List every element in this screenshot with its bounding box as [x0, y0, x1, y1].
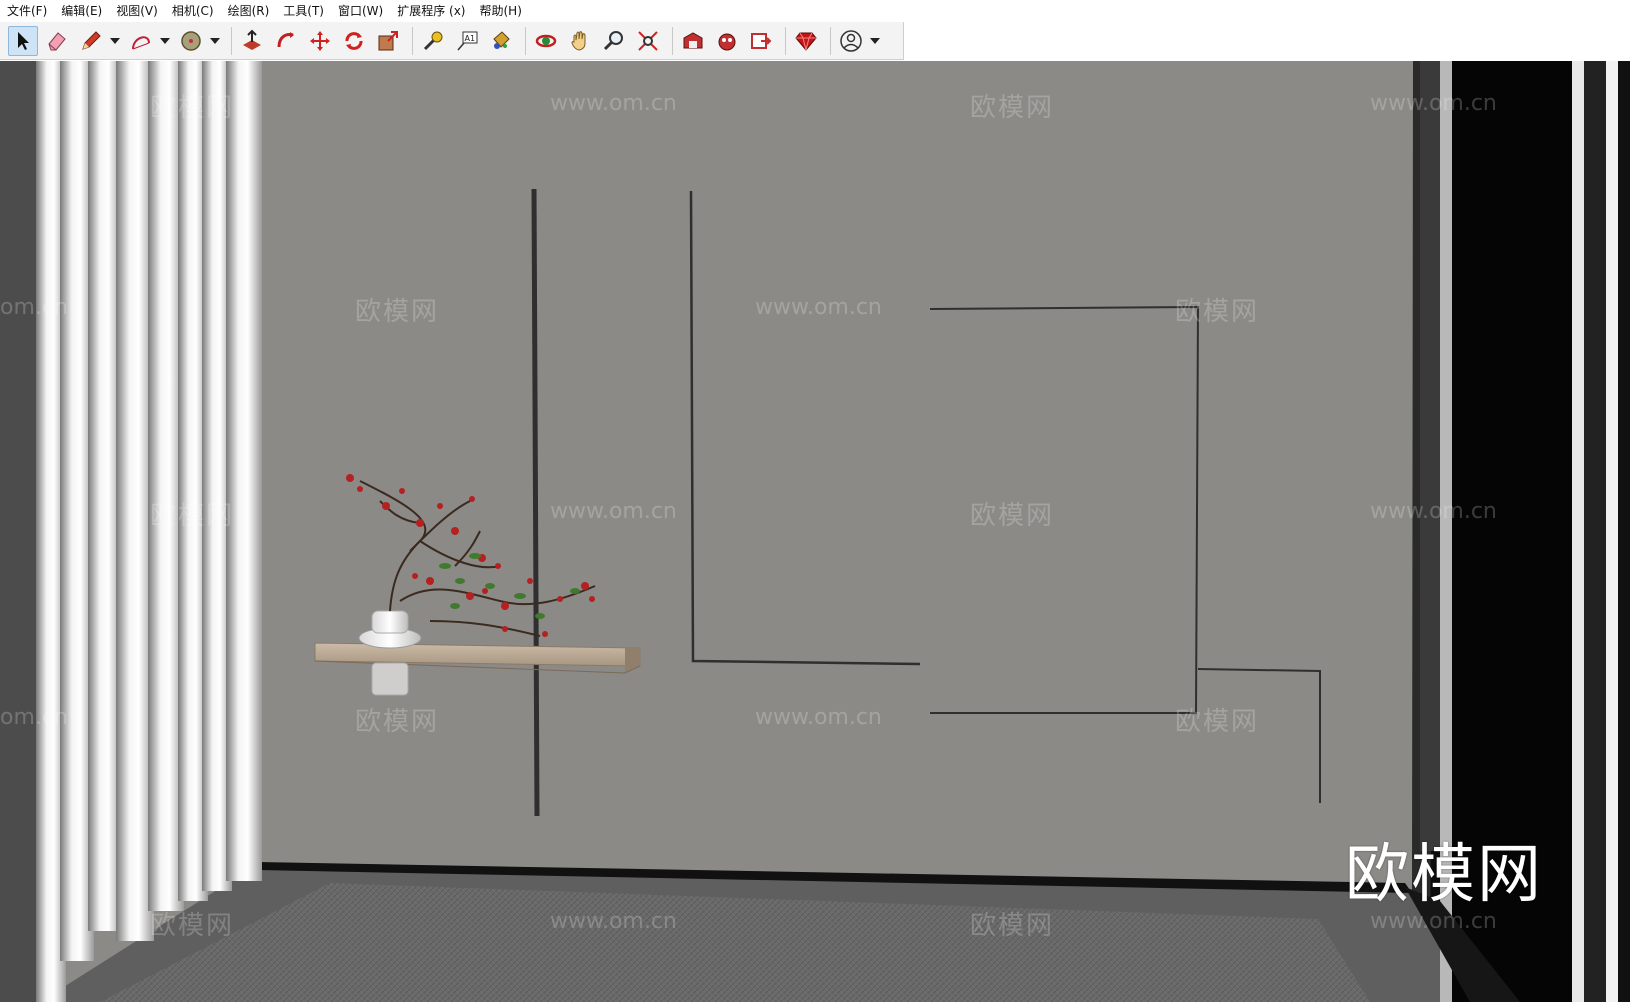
- zoom-tool-button[interactable]: [599, 26, 629, 56]
- arc-tool-button[interactable]: [126, 26, 156, 56]
- watermark-text: www.om.cn: [550, 91, 677, 116]
- watermark-text: 欧模网: [970, 501, 1055, 531]
- big-watermark-logo: 欧模网: [1345, 838, 1543, 912]
- watermark-text: 欧模网: [970, 93, 1055, 123]
- toolbar-separator: [830, 26, 831, 55]
- eraser-icon: [48, 31, 66, 50]
- shape-dropdown-caret[interactable]: [210, 26, 220, 56]
- menu-camera[interactable]: 相机(C): [165, 0, 221, 22]
- chevron-down-icon: [210, 37, 220, 44]
- cursor-arrow-icon: [18, 31, 29, 50]
- account-dropdown-caret[interactable]: [870, 26, 880, 56]
- push-pull-icon: [243, 29, 261, 50]
- watermark-text: 欧模网: [355, 707, 440, 737]
- menu-edit[interactable]: 编辑(E): [54, 0, 109, 22]
- orbit-tool-button[interactable]: [531, 26, 561, 56]
- ruby-gem-icon: [795, 32, 817, 51]
- toolbar-empty-area: [904, 22, 1642, 60]
- scale-tool-button[interactable]: [373, 26, 403, 56]
- text-tool-button[interactable]: A1: [452, 26, 482, 56]
- menu-bar: 文件(F) 编辑(E) 视图(V) 相机(C) 绘图(R) 工具(T) 窗口(W…: [0, 0, 1642, 22]
- watermark-text: 欧模网: [150, 501, 235, 531]
- zoom-extents-icon: [638, 30, 658, 51]
- pan-hand-icon: [571, 30, 586, 51]
- extension-warehouse-icon: [718, 33, 736, 50]
- menu-view[interactable]: 视图(V): [109, 0, 165, 22]
- watermark-text: www.om.cn: [550, 909, 677, 934]
- pencil-icon: [82, 30, 101, 50]
- watermark-text: 欧模网: [1175, 297, 1260, 327]
- tape-measure-icon: [423, 31, 443, 50]
- extension-warehouse-button[interactable]: [712, 26, 742, 56]
- text-label-icon: A1: [457, 31, 478, 50]
- send-to-layout-button[interactable]: [746, 26, 776, 56]
- text-tool-glyph: A1: [465, 34, 476, 43]
- watermark-text: www.om.cn: [550, 499, 677, 524]
- menu-tools[interactable]: 工具(T): [276, 0, 331, 22]
- zoom-extents-tool-button[interactable]: [633, 26, 663, 56]
- select-tool-button[interactable]: [8, 25, 38, 56]
- paint-bucket-tool-button[interactable]: [486, 26, 516, 56]
- eraser-tool-button[interactable]: [42, 26, 72, 56]
- account-button[interactable]: [836, 26, 866, 56]
- warehouse-icon: [683, 31, 703, 48]
- menu-draw[interactable]: 绘图(R): [221, 0, 277, 22]
- arc-icon: [132, 35, 150, 49]
- arc-dropdown-caret[interactable]: [160, 26, 170, 56]
- chevron-down-icon: [160, 37, 170, 44]
- pencil-dropdown-caret[interactable]: [110, 26, 120, 56]
- toolbar: A1: [0, 22, 904, 60]
- toolbar-separator: [785, 26, 786, 55]
- watermark-text: 欧模网: [1175, 707, 1260, 737]
- watermark-text: 欧模网: [355, 297, 440, 327]
- watermark-text: om.cn: [0, 295, 68, 320]
- watermark-text: 欧模网: [970, 911, 1055, 941]
- pencil-tool-button[interactable]: [76, 26, 106, 56]
- toolbar-separator: [672, 26, 673, 55]
- ruby-console-button[interactable]: [791, 26, 821, 56]
- scale-icon: [378, 30, 398, 50]
- 3d-viewport[interactable]: 欧模网 www.om.cn 欧模网 www.om.cn om.cn 欧模网 ww…: [0, 61, 1642, 1002]
- follow-me-icon: [277, 31, 294, 47]
- orbit-icon: [535, 34, 557, 47]
- tape-measure-tool-button[interactable]: [418, 26, 448, 56]
- move-icon: [310, 30, 330, 51]
- watermark-text: om.cn: [0, 705, 68, 730]
- chevron-down-icon: [110, 37, 120, 44]
- watermark-text: 欧模网: [150, 911, 235, 941]
- watermark-text: www.om.cn: [1370, 91, 1497, 116]
- toolbar-separator: [525, 26, 526, 55]
- menu-file[interactable]: 文件(F): [0, 0, 54, 22]
- layout-icon: [751, 32, 772, 49]
- push-pull-tool-button[interactable]: [237, 26, 267, 56]
- rotate-tool-button[interactable]: [339, 26, 369, 56]
- menu-window[interactable]: 窗口(W): [331, 0, 390, 22]
- rotate-icon: [345, 31, 363, 50]
- pan-tool-button[interactable]: [565, 26, 595, 56]
- toolbar-separator: [412, 26, 413, 55]
- paint-bucket-icon: [493, 30, 510, 49]
- shape-tool-button[interactable]: [176, 26, 206, 56]
- menu-extensions[interactable]: 扩展程序 (x): [390, 0, 472, 22]
- toolbar-separator: [231, 26, 232, 55]
- follow-me-tool-button[interactable]: [271, 26, 301, 56]
- zoom-magnifier-icon: [603, 30, 623, 50]
- watermark-text: www.om.cn: [755, 295, 882, 320]
- menu-help[interactable]: 帮助(H): [472, 0, 528, 22]
- watermark-text: 欧模网: [150, 93, 235, 123]
- circle-shape-icon: [181, 30, 201, 51]
- watermark-text: www.om.cn: [755, 705, 882, 730]
- user-account-icon: [840, 29, 862, 52]
- watermark-text: www.om.cn: [1370, 499, 1497, 524]
- 3d-warehouse-button[interactable]: [678, 26, 708, 56]
- chevron-down-icon: [870, 37, 880, 44]
- move-tool-button[interactable]: [305, 26, 335, 56]
